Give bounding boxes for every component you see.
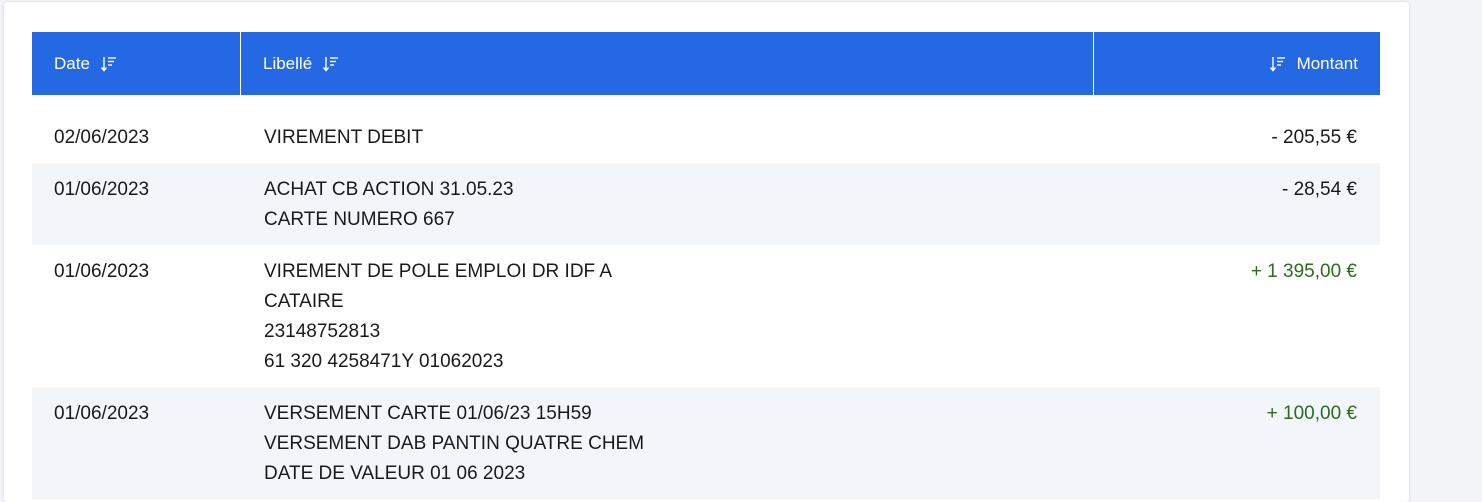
table-row[interactable]: 01/06/2023 ACHAT CB ACTION 31.05.23 CART… <box>32 163 1380 245</box>
column-header-date[interactable]: Date <box>32 32 241 95</box>
column-header-libelle[interactable]: Libellé <box>241 32 1094 95</box>
transaction-label-line: CARTE NUMERO 667 <box>264 209 455 230</box>
column-header-montant-label: Montant <box>1296 53 1358 73</box>
transaction-label-line: VIREMENT DE POLE EMPLOI DR IDF A <box>264 261 613 282</box>
transaction-date: 01/06/2023 <box>54 261 150 282</box>
sort-icon[interactable] <box>100 55 118 73</box>
transactions-table: Date Libellé Montant 02/06/2023 VIREMENT… <box>32 32 1380 499</box>
table-row[interactable]: 02/06/2023 VIREMENT DEBIT - 205,55 € <box>32 111 1380 163</box>
table-row[interactable]: 01/06/2023 VIREMENT DE POLE EMPLOI DR ID… <box>32 245 1380 387</box>
transaction-label-line: VIREMENT DEBIT <box>264 127 424 148</box>
sort-icon[interactable] <box>1269 55 1287 73</box>
table-body: 02/06/2023 VIREMENT DEBIT - 205,55 € 01/… <box>32 95 1380 499</box>
table-header: Date Libellé Montant <box>32 32 1380 95</box>
column-header-date-label: Date <box>54 53 90 73</box>
sort-icon[interactable] <box>322 55 340 73</box>
transaction-date: 01/06/2023 <box>54 403 150 424</box>
transaction-label: VIREMENT DE POLE EMPLOI DR IDF A CATAIRE… <box>242 257 1095 377</box>
transaction-label-line: 61 320 4258471Y 01062023 <box>264 351 504 372</box>
transaction-date: 01/06/2023 <box>54 179 150 200</box>
transaction-date: 02/06/2023 <box>54 127 150 148</box>
transaction-amount: - 205,55 € <box>1271 127 1357 148</box>
column-header-libelle-label: Libellé <box>263 53 313 73</box>
transaction-label-line: ACHAT CB ACTION 31.05.23 <box>264 179 514 200</box>
column-header-montant[interactable]: Montant <box>1094 32 1380 95</box>
transaction-label-line: VERSEMENT DAB PANTIN QUATRE CHEM <box>264 433 645 454</box>
transaction-label-line: VERSEMENT CARTE 01/06/23 15H59 <box>264 403 592 424</box>
transaction-amount: + 100,00 € <box>1266 403 1357 424</box>
transaction-label-line: DATE DE VALEUR 01 06 2023 <box>264 463 526 484</box>
transaction-amount: - 28,54 € <box>1282 179 1357 200</box>
table-row[interactable]: 01/06/2023 VERSEMENT CARTE 01/06/23 15H5… <box>32 387 1380 499</box>
transaction-label: VIREMENT DEBIT <box>242 123 1095 153</box>
transaction-label-line: CATAIRE <box>264 291 344 312</box>
transactions-card: Date Libellé Montant 02/06/2023 VIREMENT… <box>4 2 1409 502</box>
transaction-label: ACHAT CB ACTION 31.05.23 CARTE NUMERO 66… <box>242 175 1095 235</box>
transaction-label: VERSEMENT CARTE 01/06/23 15H59 VERSEMENT… <box>242 399 1095 489</box>
transaction-label-line: 23148752813 <box>264 321 381 342</box>
transaction-amount: + 1 395,00 € <box>1250 261 1357 282</box>
